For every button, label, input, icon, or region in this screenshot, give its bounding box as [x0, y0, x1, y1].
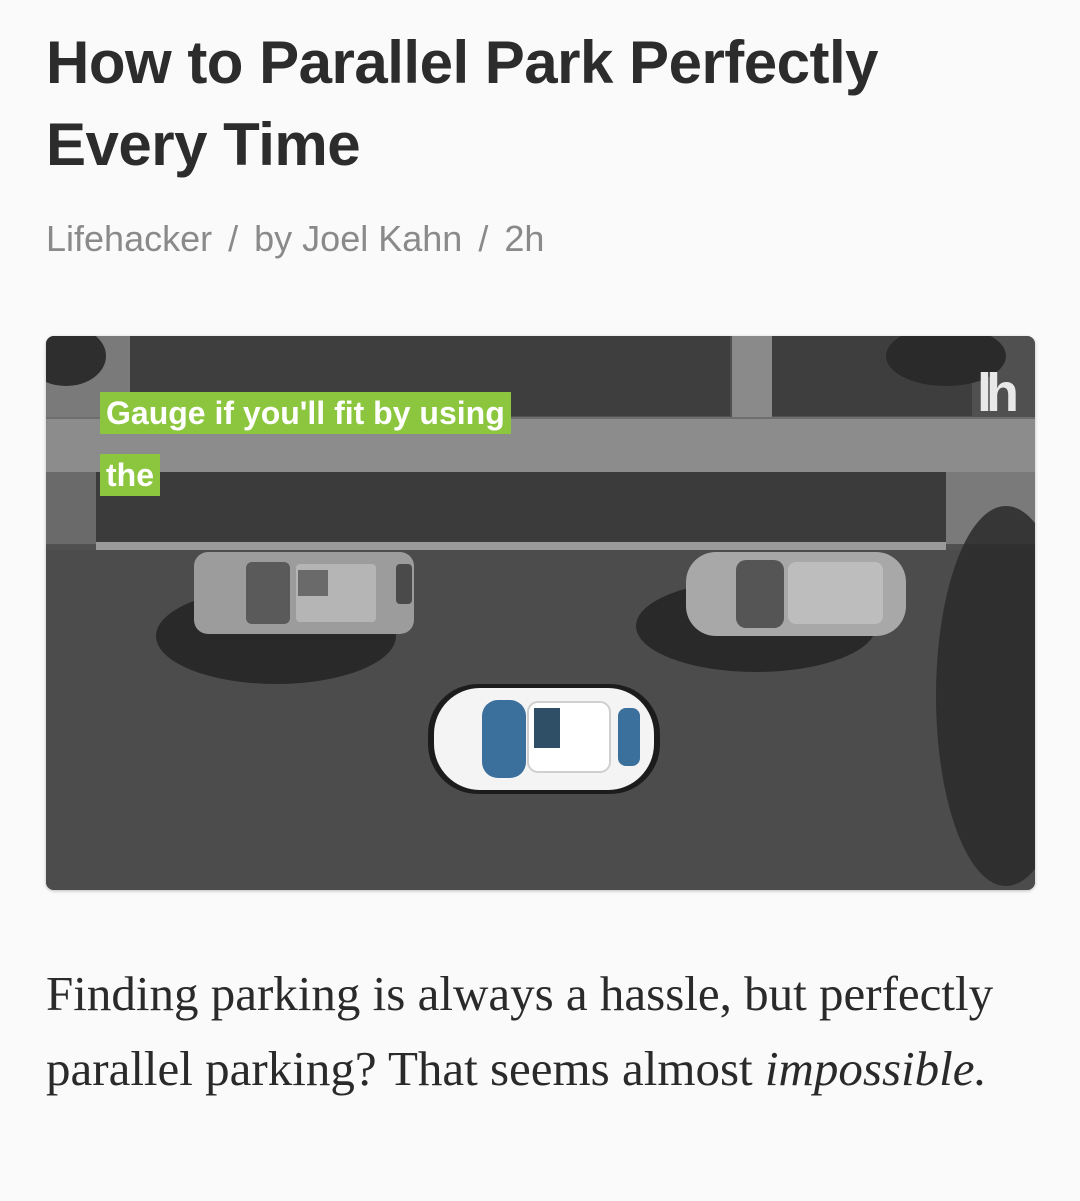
video-caption-line: Gauge if you'll fit by using — [100, 392, 511, 434]
article: How to Parallel Park Perfectly Every Tim… — [0, 0, 1080, 1201]
lawn-strip — [96, 472, 946, 544]
moving-car — [428, 684, 660, 794]
body-emphasis: impossible. — [764, 1041, 987, 1096]
byline-separator: / — [478, 218, 489, 259]
article-title[interactable]: How to Parallel Park Perfectly Every Tim… — [46, 22, 1036, 186]
byline-separator: / — [228, 218, 239, 259]
byline-author[interactable]: by Joel Kahn — [254, 218, 462, 259]
hero-video[interactable]: Gauge if you'll fit by using the lh — [46, 336, 1035, 890]
curb — [96, 542, 946, 550]
video-caption-line: the — [100, 454, 160, 496]
byline: Lifehacker / by Joel Kahn / 2h — [46, 218, 544, 260]
article-body: Finding parking is always a hassle, but … — [46, 956, 1046, 1106]
byline-time: 2h — [504, 218, 545, 259]
walkway — [732, 336, 772, 420]
byline-source[interactable]: Lifehacker — [46, 218, 212, 259]
lifehacker-logo: lh — [977, 363, 1019, 423]
